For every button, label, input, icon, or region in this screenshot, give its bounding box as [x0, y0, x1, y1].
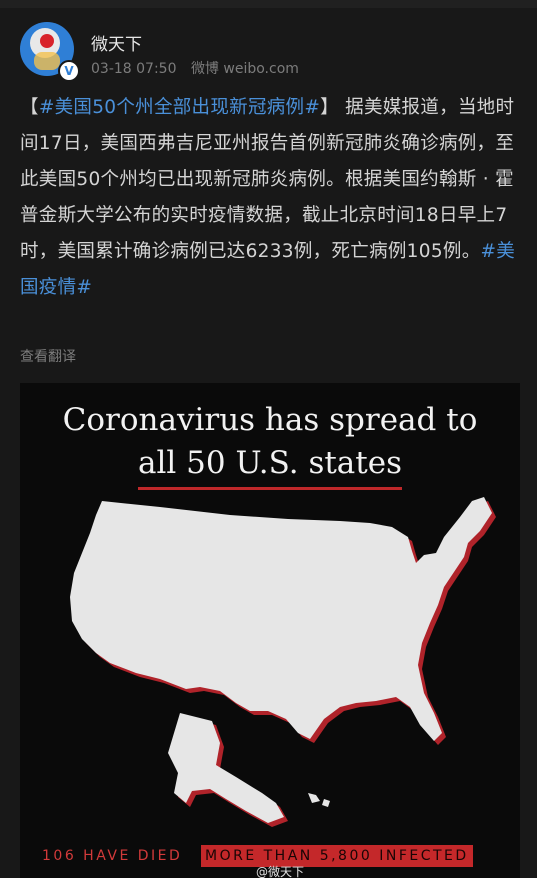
- post-meta: 03-18 07:50 微博 weibo.com: [91, 58, 309, 78]
- avatar-beak-icon: [40, 34, 54, 48]
- post-body: 据美媒报道，当地时间17日，美国西弗吉尼亚州报告首例新冠肺炎确诊病例，至此美国5…: [20, 97, 515, 262]
- post-text: 【#美国50个州全部出现新冠病例#】 据美媒报道，当地时间17日，美国西弗吉尼亚…: [20, 90, 518, 306]
- post-date: 03-18 07:50: [91, 61, 177, 77]
- headline-line-1: Coronavirus has spread to: [62, 402, 478, 438]
- verified-badge-icon: V: [58, 60, 80, 82]
- author-name[interactable]: 微天下: [91, 30, 142, 55]
- bracket-open: 【: [20, 97, 39, 118]
- translate-link[interactable]: 查看翻译: [20, 346, 76, 366]
- hashtag-title-link[interactable]: #美国50个州全部出现新冠病例#: [39, 97, 320, 118]
- post-source: 微博 weibo.com: [190, 61, 299, 77]
- image-headline: Coronavirus has spread to all 50 U.S. st…: [20, 399, 520, 490]
- deaths-label: 106 HAVE DIED: [42, 848, 183, 864]
- us-map: [70, 497, 496, 827]
- map-land: [70, 497, 492, 823]
- image-watermark: @微天下: [256, 865, 305, 878]
- headline-line-2: all 50 U.S. states: [138, 442, 402, 490]
- infected-label: MORE THAN 5,800 INFECTED: [201, 845, 473, 867]
- bracket-close: 】: [320, 97, 339, 118]
- top-strip: [0, 0, 537, 8]
- avatar-globe-icon: [34, 52, 60, 70]
- post-image[interactable]: Coronavirus has spread to all 50 U.S. st…: [20, 383, 520, 878]
